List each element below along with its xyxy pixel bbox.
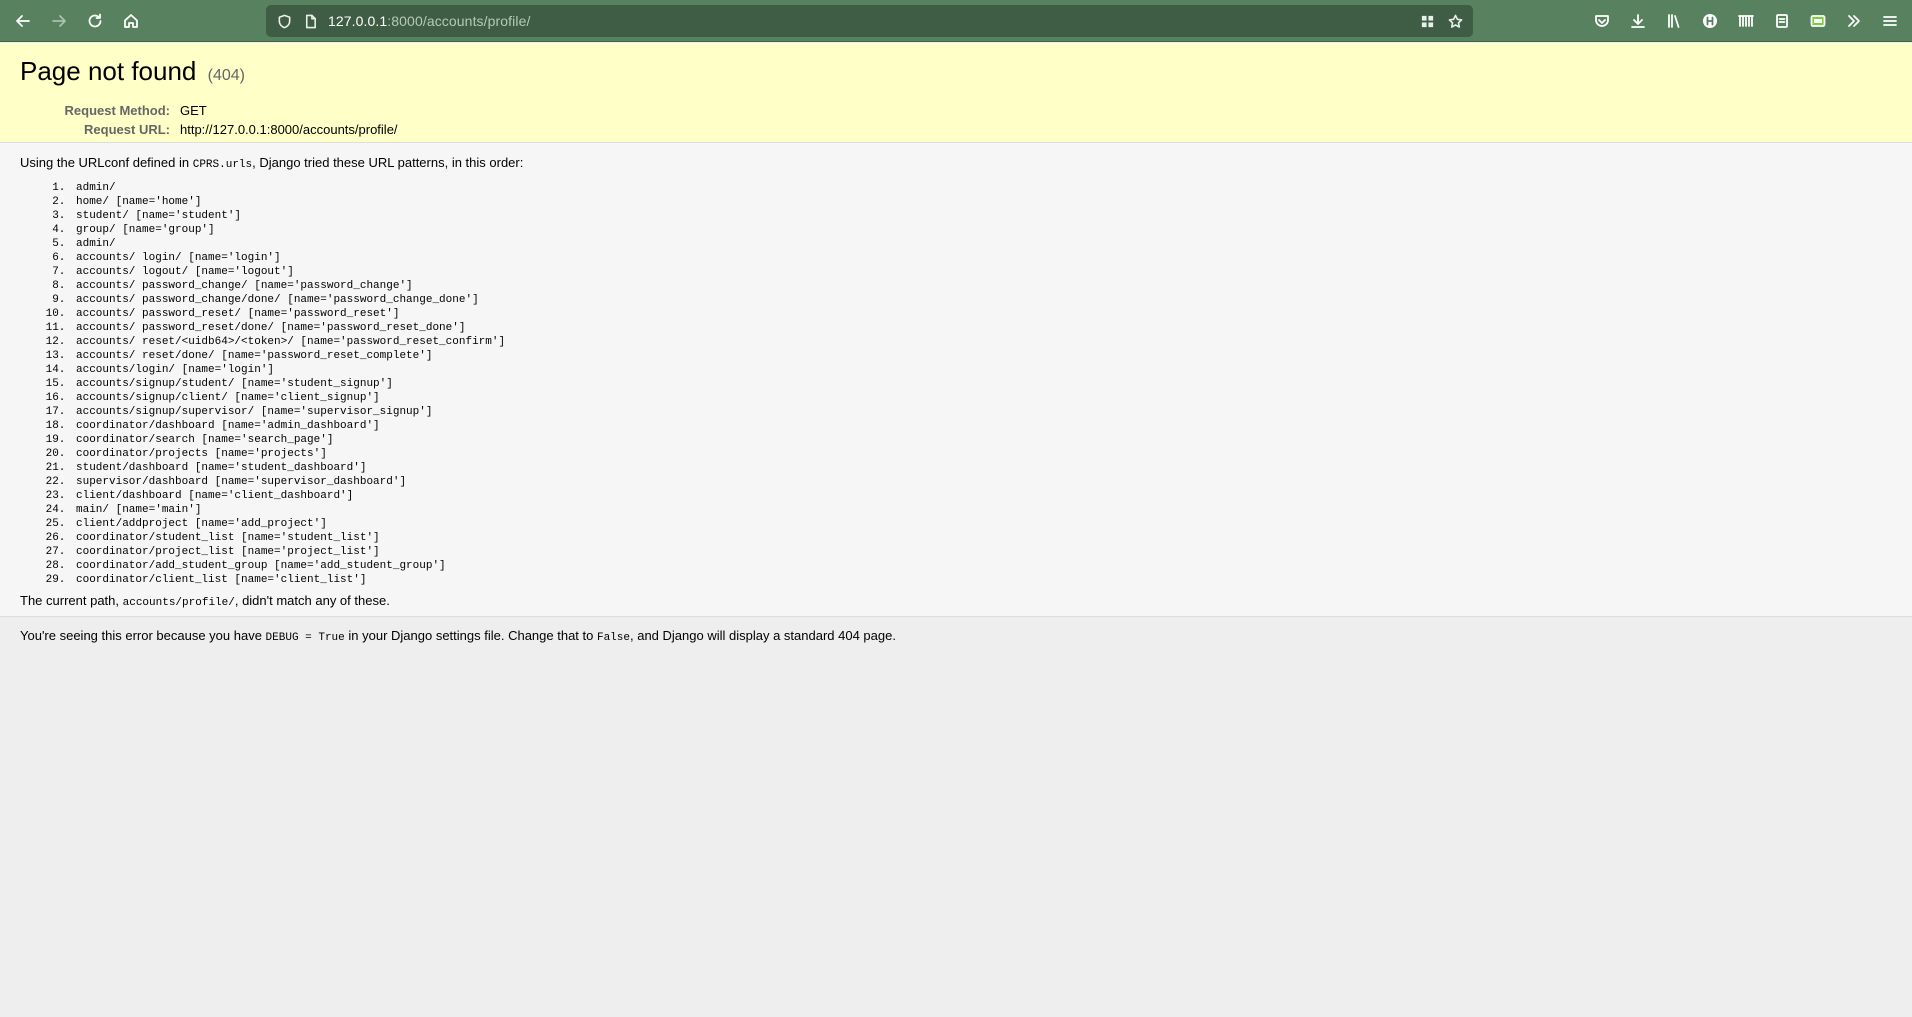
request-url-row: Request URL: http://127.0.0.1:8000/accou… — [20, 120, 398, 139]
url-pattern-item: coordinator/dashboard [name='admin_dashb… — [72, 419, 1892, 433]
url-pattern-item: accounts/ logout/ [name='logout'] — [72, 265, 1892, 279]
url-pattern-item: accounts/ reset/done/ [name='password_re… — [72, 349, 1892, 363]
url-pattern-item: accounts/signup/client/ [name='client_si… — [72, 391, 1892, 405]
nav-buttons — [0, 4, 268, 38]
url-pattern-item: admin/ — [72, 181, 1892, 195]
url-pattern-item: accounts/ login/ [name='login'] — [72, 251, 1892, 265]
url-pattern-item: accounts/ reset/<uidb64>/<token>/ [name=… — [72, 335, 1892, 349]
url-pattern-item: accounts/ password_change/ [name='passwo… — [72, 279, 1892, 293]
url-pattern-item: home/ [name='home'] — [72, 195, 1892, 209]
request-url-value: http://127.0.0.1:8000/accounts/profile/ — [180, 122, 398, 137]
url-pattern-item: group/ [name='group'] — [72, 223, 1892, 237]
url-pattern-item: admin/ — [72, 237, 1892, 251]
intro-text: Using the URLconf defined in — [20, 155, 193, 170]
url-pattern-item: student/dashboard [name='student_dashboa… — [72, 461, 1892, 475]
url-pattern-item: accounts/login/ [name='login'] — [72, 363, 1892, 377]
request-method-row: Request Method: GET — [20, 101, 398, 120]
forward-button[interactable] — [41, 4, 77, 38]
title-text: Page not found — [20, 56, 197, 86]
page-icon[interactable] — [298, 9, 322, 33]
library-button[interactable] — [1656, 4, 1692, 38]
url-pattern-item: supervisor/dashboard [name='supervisor_d… — [72, 475, 1892, 489]
account-button[interactable] — [1692, 4, 1728, 38]
library-icon — [1668, 14, 1680, 28]
page-title: Page not found (404) — [20, 55, 1892, 92]
url-pattern-item: coordinator/student_list [name='student_… — [72, 531, 1892, 545]
pocket-button[interactable] — [1584, 4, 1620, 38]
url-patterns-info: Using the URLconf defined in CPRS.urls, … — [0, 143, 1912, 617]
address-bar-actions — [1411, 9, 1467, 33]
avatar-icon — [1703, 14, 1717, 28]
url-pattern-item: client/dashboard [name='client_dashboard… — [72, 489, 1892, 503]
address-bar[interactable]: 127.0.0.1:8000/accounts/profile/ — [266, 5, 1473, 37]
request-method-value: GET — [180, 103, 207, 118]
arrow-right-icon — [52, 14, 66, 27]
hamburger-icon — [1883, 16, 1897, 26]
debug-code: DEBUG = True — [265, 632, 345, 644]
url-host: 127.0.0.1 — [328, 13, 388, 29]
home-button[interactable] — [113, 4, 149, 38]
star-icon[interactable] — [1443, 9, 1467, 33]
explanation-part3: , and Django will display a standard 404… — [630, 628, 896, 643]
grid-icon[interactable] — [1415, 9, 1439, 33]
overflow-button[interactable] — [1836, 4, 1872, 38]
explanation-part2: in your Django settings file. Change tha… — [344, 628, 597, 643]
url-pattern-list: admin/home/ [name='home']student/ [name=… — [72, 181, 1892, 587]
container-button[interactable] — [1800, 4, 1836, 38]
url-pattern-item: accounts/signup/supervisor/ [name='super… — [72, 405, 1892, 419]
download-icon — [1631, 14, 1645, 28]
container-icon — [1810, 15, 1826, 27]
request-url-label: Request URL: — [84, 122, 170, 137]
back-button[interactable] — [5, 4, 41, 38]
error-summary: Page not found (404) Request Method: GET… — [0, 43, 1912, 143]
url-pattern-item: coordinator/search [name='search_page'] — [72, 433, 1892, 447]
menu-button[interactable] — [1872, 4, 1908, 38]
status-code: (404) — [207, 67, 245, 84]
explanation-part1: You're seeing this error because you hav… — [20, 628, 266, 643]
current-path: accounts/profile/ — [122, 597, 235, 609]
url-pattern-item: accounts/ password_reset/ [name='passwor… — [72, 307, 1892, 321]
url-pattern-item: client/addproject [name='add_project'] — [72, 517, 1892, 531]
url-pattern-item: coordinator/add_student_group [name='add… — [72, 559, 1892, 573]
url-pattern-item: accounts/signup/student/ [name='student_… — [72, 377, 1892, 391]
toolbar-right — [1584, 4, 1908, 38]
url-rest: :8000/accounts/profile/ — [387, 13, 531, 29]
request-meta-table: Request Method: GET Request URL: http://… — [20, 101, 398, 139]
debug-explanation: You're seeing this error because you hav… — [0, 618, 1912, 656]
extension-button[interactable] — [1728, 4, 1764, 38]
chevrons-right-icon — [1848, 15, 1860, 27]
current-path-before: The current path, — [20, 593, 123, 608]
reload-icon — [88, 13, 102, 27]
url-text[interactable]: 127.0.0.1:8000/accounts/profile/ — [328, 13, 530, 29]
urlconf-intro: Using the URLconf defined in CPRS.urls, … — [20, 155, 1892, 173]
url-pattern-item: coordinator/client_list [name='client_li… — [72, 573, 1892, 587]
bars-icon — [1738, 15, 1754, 27]
reader-button[interactable] — [1764, 4, 1800, 38]
pocket-icon — [1595, 15, 1609, 27]
reload-button[interactable] — [77, 4, 113, 38]
current-path-after: , didn't match any of these. — [234, 593, 390, 608]
request-method-label: Request Method: — [64, 103, 170, 118]
url-pattern-item: coordinator/project_list [name='project_… — [72, 545, 1892, 559]
current-path-message: The current path, accounts/profile/, did… — [20, 593, 1892, 611]
downloads-button[interactable] — [1620, 4, 1656, 38]
browser-toolbar: 127.0.0.1:8000/accounts/profile/ — [0, 0, 1912, 42]
url-pattern-item: main/ [name='main'] — [72, 503, 1892, 517]
arrow-left-icon — [16, 14, 30, 27]
intro-text-after: , Django tried these URL patterns, in th… — [252, 155, 524, 170]
false-code: False — [596, 632, 630, 644]
url-pattern-item: accounts/ password_reset/done/ [name='pa… — [72, 321, 1892, 335]
urlconf-name: CPRS.urls — [192, 159, 253, 171]
explanation-text: You're seeing this error because you hav… — [20, 628, 1892, 646]
url-pattern-item: coordinator/projects [name='projects'] — [72, 447, 1892, 461]
shield-icon[interactable] — [272, 9, 296, 33]
url-pattern-item: accounts/ password_change/done/ [name='p… — [72, 293, 1892, 307]
home-icon — [124, 13, 138, 28]
url-pattern-item: student/ [name='student'] — [72, 209, 1892, 223]
notes-icon — [1776, 14, 1788, 28]
